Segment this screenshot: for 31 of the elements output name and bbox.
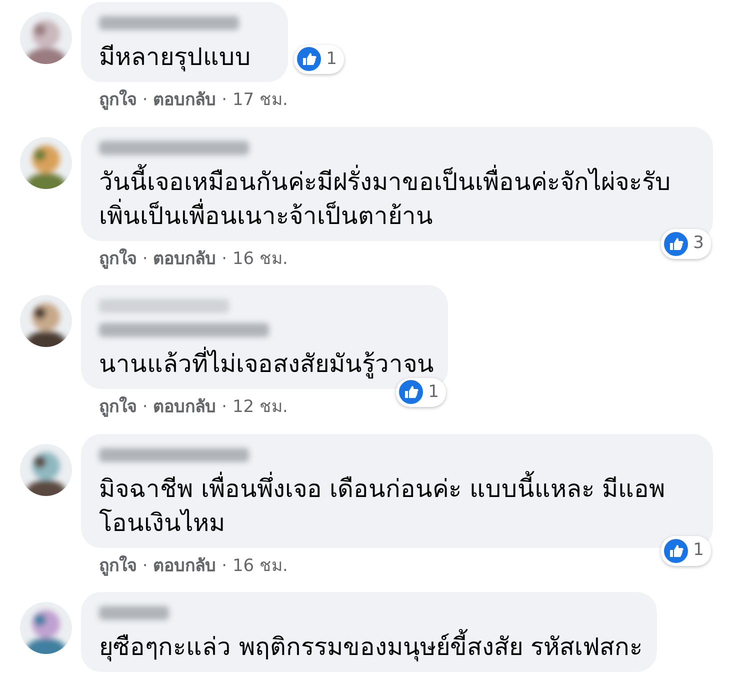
separator-dot: ·	[222, 248, 228, 268]
timestamp: 12 ชม.	[232, 397, 288, 417]
separator-dot: ·	[142, 90, 148, 110]
reaction-count: 1	[661, 536, 711, 566]
like-icon	[664, 232, 688, 256]
separator-dot: ·	[142, 248, 148, 268]
reply-link[interactable]: ตอบกลับ	[153, 556, 216, 576]
separator-dot: ·	[142, 397, 148, 417]
reply-link[interactable]: ตอบกลับ	[153, 90, 216, 110]
timestamp: 16 ชม.	[232, 248, 288, 268]
timestamp: 16 ชม.	[232, 556, 288, 576]
reaction-count: 1	[396, 378, 446, 407]
reaction-count: 1	[294, 44, 344, 74]
separator-dot: ·	[222, 556, 228, 576]
comment-text: ยุซือๆกะแล่ว พฤติกรรมของมนุษย์ขี้สงสัย รหัสเฟสกะ	[99, 630, 643, 664]
like-icon	[297, 47, 322, 72]
like-link[interactable]: ถูกใจ	[99, 397, 137, 417]
like-icon	[664, 538, 688, 563]
like-icon	[399, 380, 424, 404]
timestamp: 17 ชม.	[232, 90, 288, 110]
blurred-name	[99, 606, 169, 620]
separator-dot: ·	[222, 90, 228, 110]
comment-text: มีหลายรุปแบบ	[99, 41, 252, 74]
separator-dot: ·	[222, 397, 228, 417]
reaction-count: 3	[661, 229, 711, 258]
like-link[interactable]: ถูกใจ	[99, 90, 137, 110]
like-link[interactable]: ถูกใจ	[99, 248, 137, 268]
reply-link[interactable]: ตอบกลับ	[153, 248, 216, 268]
separator-dot: ·	[142, 556, 148, 576]
reply-link[interactable]: ตอบกลับ	[153, 397, 216, 417]
like-link[interactable]: ถูกใจ	[99, 556, 137, 576]
